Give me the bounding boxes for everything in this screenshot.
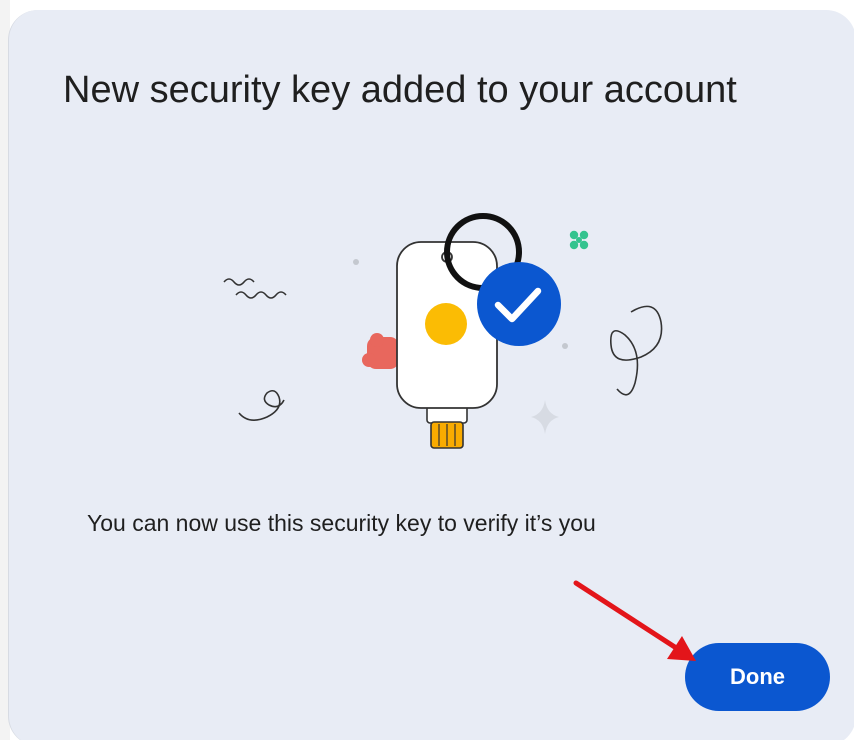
- security-key-illustration: [223, 213, 663, 449]
- confirmation-dialog: New security key added to your account Y…: [8, 10, 854, 740]
- key-button-icon: [425, 303, 467, 345]
- dialog-title: New security key added to your account: [63, 69, 737, 111]
- dot-icon: [562, 343, 568, 349]
- curl-doodle-icon: [609, 305, 663, 396]
- dot-icon: [353, 259, 359, 265]
- spiral-doodle-icon: [238, 389, 285, 421]
- usb-connector-icon: [426, 404, 468, 449]
- sparkle-icon: [531, 400, 559, 434]
- squiggle-line-icon: [235, 291, 287, 299]
- dialog-message: You can now use this security key to ver…: [87, 510, 596, 536]
- clover-icon: [569, 230, 589, 250]
- done-button[interactable]: Done: [685, 643, 830, 711]
- red-blob-icon: [362, 333, 399, 369]
- check-badge-icon: [477, 262, 561, 346]
- squiggle-line-icon: [223, 278, 255, 286]
